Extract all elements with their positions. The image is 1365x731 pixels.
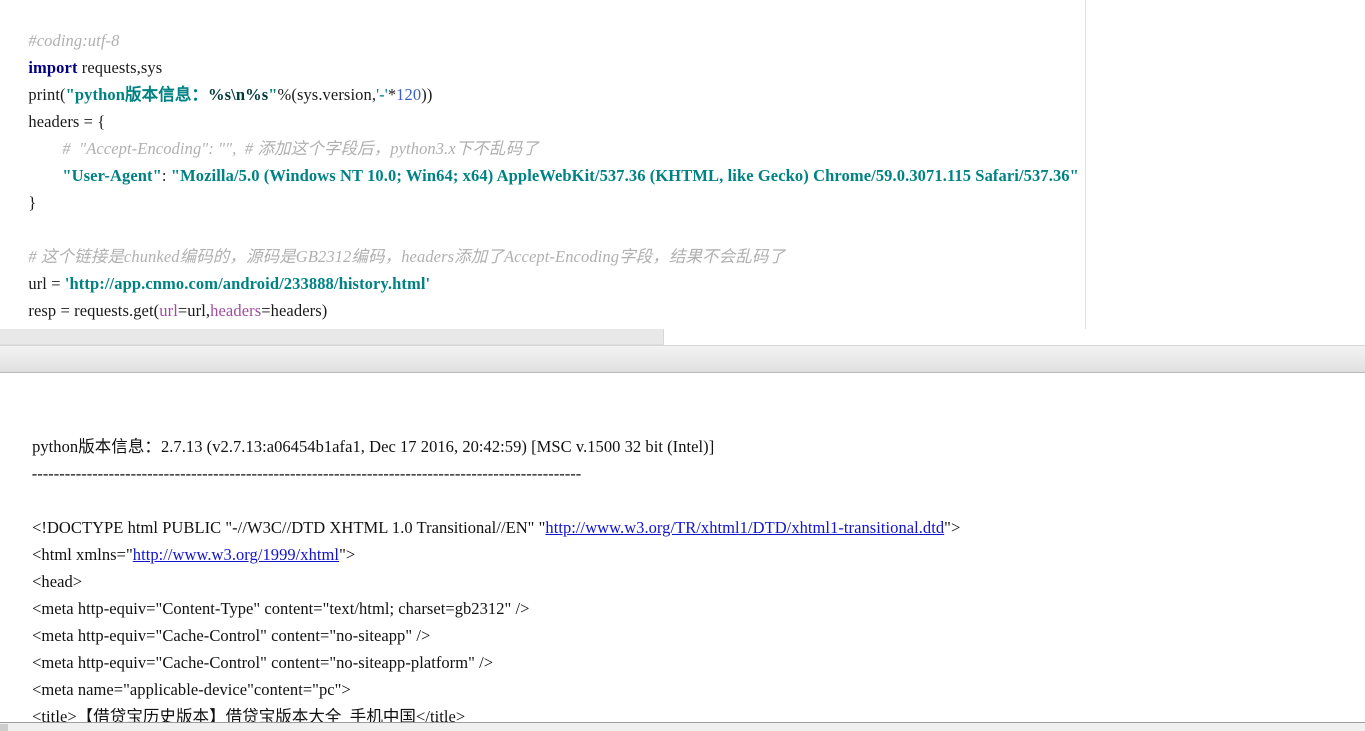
html-xmlns-suffix: ">: [339, 545, 356, 564]
console-line-html-tag[interactable]: <html xmlns="http://www.w3.org/1999/xhtm…: [7, 514, 355, 564]
console-horizontal-scrollbar[interactable]: [0, 722, 1365, 731]
pane-splitter[interactable]: [0, 345, 1365, 373]
console-line-meta-cache-1[interactable]: <meta http-equiv="Cache-Control" content…: [7, 595, 430, 645]
margin-guide-line: [1085, 0, 1086, 333]
console-line-meta-content-type[interactable]: <meta http-equiv="Content-Type" content=…: [7, 568, 529, 618]
header-key-user-agent: "User-Agent": [62, 166, 162, 185]
python-ide-window: #coding:utf-8 import requests,sys print(…: [0, 0, 1365, 731]
console-line-blank[interactable]: [7, 460, 32, 487]
header-value-user-agent: "Mozilla/5.0 (Windows NT 10.0; Win64; x6…: [170, 166, 1079, 185]
editor-scrollbar-thumb[interactable]: [0, 329, 664, 345]
console-line-version[interactable]: python版本信息：2.7.13 (v2.7.13:a06454b1afa1,…: [7, 406, 714, 456]
code-editor-pane[interactable]: #coding:utf-8 import requests,sys print(…: [0, 0, 1365, 333]
dash-string-literal: '-': [376, 85, 388, 104]
code-line-1[interactable]: #coding:utf-8: [3, 0, 119, 50]
console-line-meta-cache-2[interactable]: <meta http-equiv="Cache-Control" content…: [7, 622, 493, 672]
run-output-console[interactable]: python版本信息：2.7.13 (v2.7.13:a06454b1afa1,…: [0, 374, 1365, 731]
kwarg-url: url: [159, 301, 178, 320]
console-line-head[interactable]: <head>: [7, 541, 82, 591]
format-spec-1: %s: [208, 85, 232, 104]
code-line-7[interactable]: }: [3, 162, 36, 212]
format-spec-2: %s: [245, 85, 269, 104]
code-line-3[interactable]: print("python版本信息：%s\n%s"%(sys.version,'…: [3, 54, 432, 104]
console-scrollbar-thumb[interactable]: [0, 724, 8, 731]
format-operand-head: %(sys.version,: [277, 85, 377, 104]
console-dashes: ----------------------------------------…: [31, 464, 582, 483]
multiply-operator: *: [387, 85, 397, 104]
code-line-6[interactable]: "User-Agent": "Mozilla/5.0 (Windows NT 1…: [37, 135, 1079, 185]
code-line-11[interactable]: resp = requests.get(url=url,headers=head…: [3, 270, 327, 320]
header-colon: :: [161, 166, 171, 185]
console-line-separator[interactable]: ----------------------------------------…: [7, 433, 581, 483]
print-call-close: )): [421, 85, 433, 104]
code-line-5[interactable]: # "Accept-Encoding": "", # 添加这个字段后，pytho…: [37, 108, 539, 158]
xmlns-link[interactable]: http://www.w3.org/1999/xhtml: [133, 545, 339, 564]
console-line-doctype[interactable]: <!DOCTYPE html PUBLIC "-//W3C//DTD XHTML…: [7, 487, 960, 537]
console-line-title[interactable]: <title>【借贷宝历史版本】借贷宝版本大全_手机中国</title>: [7, 676, 465, 726]
editor-horizontal-scrollbar[interactable]: [0, 329, 1365, 345]
code-line-12[interactable]: print(resp.text): [3, 297, 128, 333]
headers-dict-close: }: [28, 193, 37, 212]
dtd-link[interactable]: http://www.w3.org/TR/xhtml1/DTD/xhtml1-t…: [545, 518, 944, 537]
number-120: 120: [396, 85, 422, 104]
console-line-meta-applicable-device[interactable]: <meta name="applicable-device"content="p…: [7, 649, 351, 699]
kwarg-url-value: =url,: [177, 301, 211, 320]
string-quote-close: ": [268, 85, 278, 104]
code-line-4[interactable]: headers = {: [3, 81, 105, 131]
kwarg-headers: headers: [210, 301, 262, 320]
doctype-suffix: ">: [944, 518, 961, 537]
kwarg-headers-value: =headers): [261, 301, 328, 320]
code-line-9[interactable]: # 这个链接是chunked编码的，源码是GB2312编码，headers添加了…: [3, 216, 785, 266]
code-line-10[interactable]: url = 'http://app.cnmo.com/android/23388…: [3, 243, 430, 293]
code-line-2[interactable]: import requests,sys: [3, 27, 162, 77]
escape-newline: \n: [231, 85, 246, 104]
code-line-8[interactable]: [3, 189, 28, 216]
